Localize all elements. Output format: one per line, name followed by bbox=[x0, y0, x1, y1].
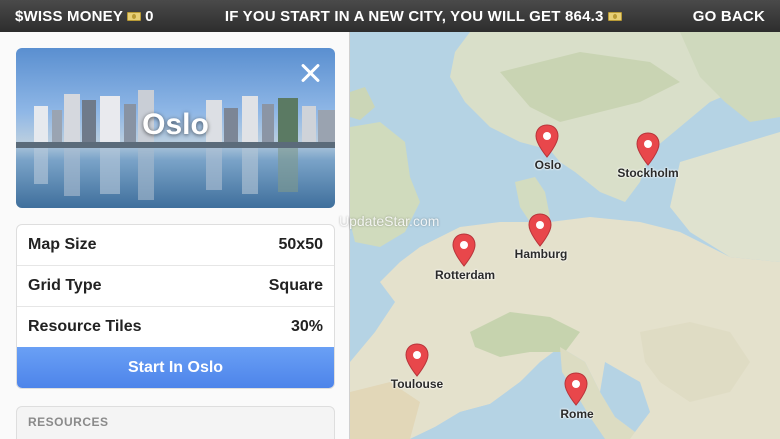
info-value: 30% bbox=[290, 318, 323, 335]
city-pin-rotterdam[interactable] bbox=[451, 233, 477, 267]
resources-section: RESOURCES bbox=[16, 406, 335, 439]
money-display: $WISS MONEY 0 bbox=[15, 8, 154, 25]
city-name-title: Oslo bbox=[142, 108, 209, 141]
city-label-rotterdam[interactable]: Rotterdam bbox=[435, 268, 495, 282]
info-row-grid-type: Grid Type Square bbox=[17, 266, 334, 307]
city-photo-card: Oslo bbox=[16, 48, 335, 208]
city-label-hamburg[interactable]: Hamburg bbox=[515, 247, 568, 261]
cash-icon bbox=[607, 11, 622, 21]
start-bonus-message: IF YOU START IN A NEW CITY, YOU WILL GET… bbox=[225, 8, 622, 25]
info-value: Square bbox=[268, 277, 323, 294]
cash-icon bbox=[127, 11, 142, 21]
city-pin-hamburg[interactable] bbox=[527, 213, 553, 247]
close-icon[interactable] bbox=[299, 62, 321, 84]
money-value: 0 bbox=[145, 7, 154, 25]
bonus-message-text: IF YOU START IN A NEW CITY, YOU WILL GET… bbox=[224, 7, 604, 25]
info-value: 50x50 bbox=[278, 236, 324, 253]
city-pin-rome[interactable] bbox=[563, 372, 589, 406]
watermark: UpdateStar.com bbox=[339, 213, 440, 229]
city-label-toulouse[interactable]: Toulouse bbox=[391, 377, 443, 391]
europe-map[interactable]: Oslo Stockholm Hamburg Rotterdam Toulous… bbox=[350, 32, 780, 439]
start-in-city-button[interactable]: Start In Oslo bbox=[17, 347, 334, 388]
resources-heading: RESOURCES bbox=[28, 415, 109, 429]
info-row-map-size: Map Size 50x50 bbox=[17, 225, 334, 266]
info-row-resource-tiles: Resource Tiles 30% bbox=[17, 307, 334, 348]
city-label-stockholm[interactable]: Stockholm bbox=[617, 166, 678, 180]
info-label: Map Size bbox=[28, 236, 97, 253]
money-label: $WISS MONEY bbox=[15, 7, 124, 25]
city-info-card: Map Size 50x50 Grid Type Square Resource… bbox=[16, 224, 335, 389]
top-bar: $WISS MONEY 0 IF YOU START IN A NEW CITY… bbox=[0, 0, 780, 32]
city-details-panel: Oslo Map Size 50x50 Grid Type Square Res… bbox=[0, 32, 350, 439]
city-label-rome[interactable]: Rome bbox=[560, 407, 593, 421]
go-back-button[interactable]: GO BACK bbox=[693, 8, 765, 25]
info-label: Grid Type bbox=[28, 277, 102, 294]
city-pin-stockholm[interactable] bbox=[635, 132, 661, 166]
city-pin-toulouse[interactable] bbox=[404, 343, 430, 377]
city-label-oslo[interactable]: Oslo bbox=[535, 158, 562, 172]
city-pin-oslo[interactable] bbox=[534, 124, 560, 158]
info-label: Resource Tiles bbox=[28, 318, 142, 335]
